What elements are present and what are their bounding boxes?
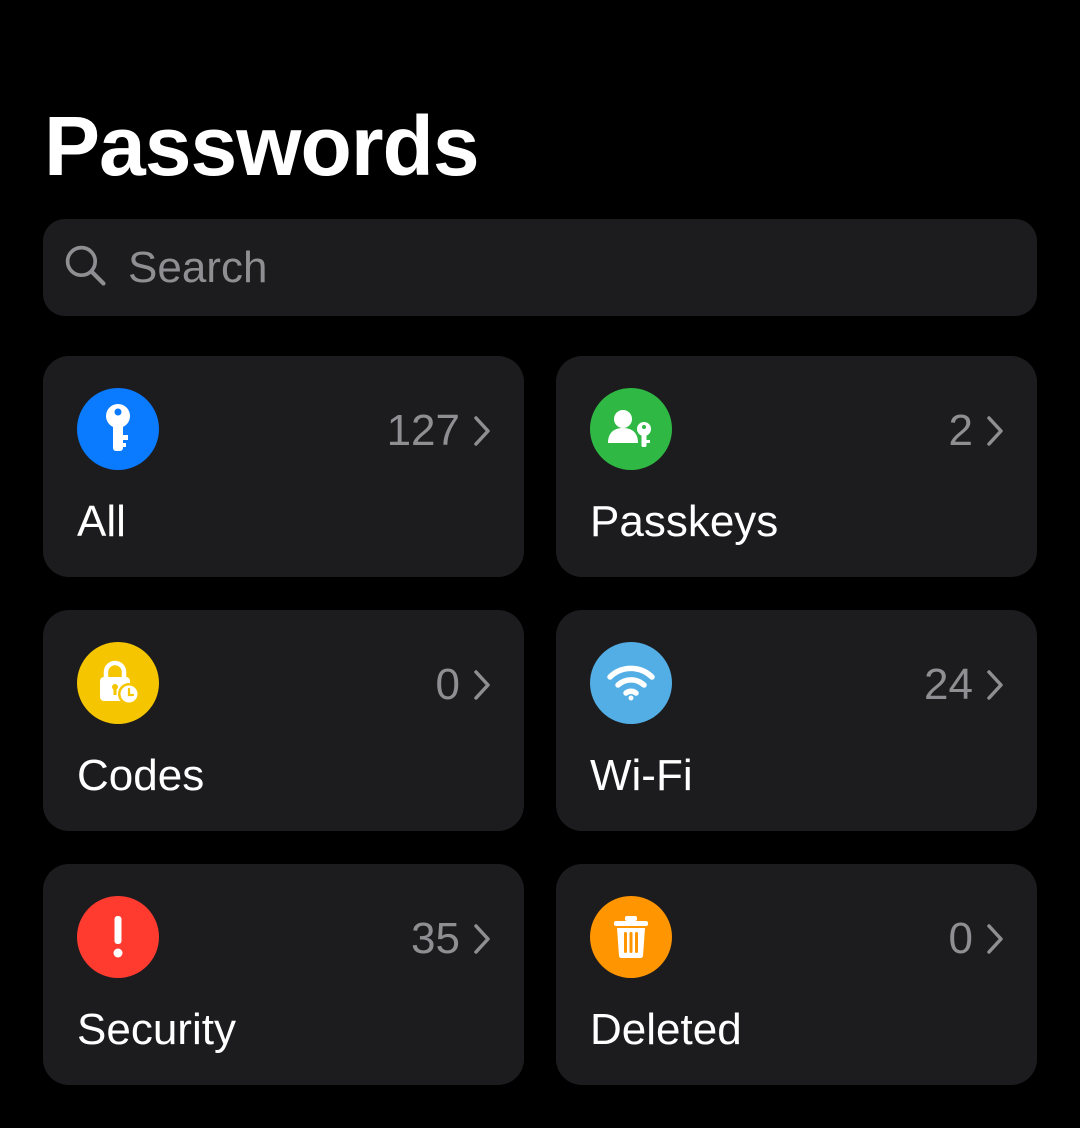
tile-all[interactable]: 127 All <box>43 356 524 577</box>
chevron-right-icon <box>474 924 490 954</box>
tile-count: 35 <box>411 914 460 963</box>
exclamation-icon <box>77 896 159 978</box>
count-group: 0 <box>436 660 492 710</box>
trash-icon <box>590 896 672 978</box>
tile-codes[interactable]: 0 Codes <box>43 610 524 831</box>
count-group: 127 <box>387 406 492 456</box>
tile-label: Wi-Fi <box>590 751 693 800</box>
tile-count: 0 <box>948 914 973 963</box>
wifi-icon <box>590 642 672 724</box>
person-key-icon <box>590 388 672 470</box>
search-bar[interactable] <box>43 219 1037 316</box>
tile-label: Security <box>77 1005 236 1054</box>
tile-count: 127 <box>386 406 460 455</box>
tile-count: 24 <box>924 660 973 709</box>
search-icon <box>65 245 106 286</box>
tile-deleted[interactable]: 0 Deleted <box>556 864 1037 1085</box>
count-group: 2 <box>949 406 1005 456</box>
tile-label: Passkeys <box>590 497 779 546</box>
tile-label: Codes <box>77 751 205 800</box>
tile-label: All <box>77 497 126 546</box>
chevron-right-icon <box>987 924 1003 954</box>
search-input[interactable] <box>128 239 968 297</box>
tile-count: 2 <box>948 406 973 455</box>
tile-passkeys[interactable]: 2 Passkeys <box>556 356 1037 577</box>
chevron-right-icon <box>474 416 490 446</box>
tile-security[interactable]: 35 Security <box>43 864 524 1085</box>
count-group: 0 <box>949 914 1005 964</box>
count-group: 35 <box>411 914 492 964</box>
chevron-right-icon <box>474 670 490 700</box>
tile-wifi[interactable]: 24 Wi-Fi <box>556 610 1037 831</box>
count-group: 24 <box>924 660 1005 710</box>
tile-count: 0 <box>435 660 460 709</box>
page-title: Passwords <box>44 99 480 193</box>
chevron-right-icon <box>987 416 1003 446</box>
key-icon <box>77 388 159 470</box>
chevron-right-icon <box>987 670 1003 700</box>
category-grid: 127 All 2 Passkeys 0 Codes 24 Wi-Fi 35 S… <box>43 356 1037 1085</box>
lock-clock-icon <box>77 642 159 724</box>
tile-label: Deleted <box>590 1005 742 1054</box>
